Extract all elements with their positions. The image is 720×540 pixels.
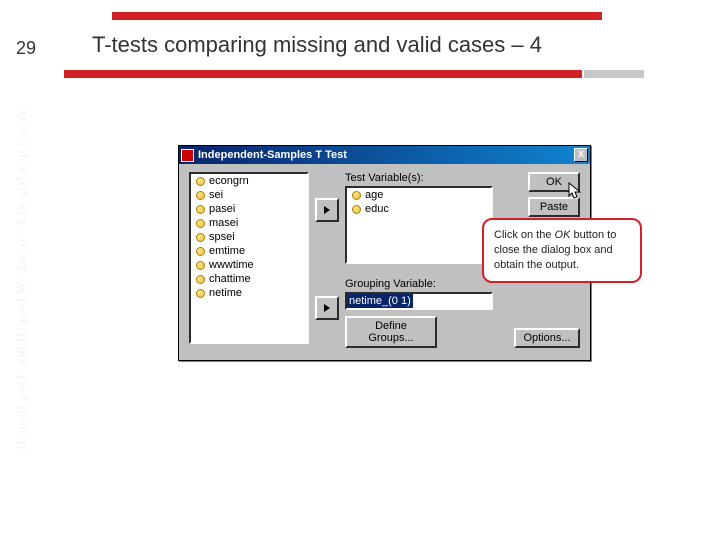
grouping-variable-input[interactable]: netime_(0 1) bbox=[345, 292, 493, 310]
close-button[interactable]: X bbox=[574, 148, 588, 162]
slide-number: 29 bbox=[16, 38, 36, 59]
list-item: masei bbox=[191, 216, 307, 230]
list-item: chattime bbox=[191, 272, 307, 286]
list-item: netime bbox=[191, 286, 307, 300]
arrow-right-icon bbox=[322, 205, 332, 215]
variable-icon bbox=[194, 189, 206, 201]
accent-bar-mid bbox=[64, 70, 582, 78]
variable-icon bbox=[194, 259, 206, 271]
background-formulas: H₁:μ<0 y=(1−s)θ H₀:μ=0 W=Σwᵢ σ²=E(x−μ)² … bbox=[14, 50, 54, 450]
variable-icon bbox=[194, 287, 206, 299]
move-to-grouping-button[interactable] bbox=[315, 296, 339, 320]
dialog-titlebar: Independent-Samples T Test X bbox=[179, 146, 590, 164]
paste-button[interactable]: Paste bbox=[528, 197, 580, 217]
spss-icon bbox=[181, 149, 194, 162]
variable-icon bbox=[194, 217, 206, 229]
accent-bar-top bbox=[112, 12, 602, 20]
page-title: T-tests comparing missing and valid case… bbox=[92, 32, 542, 58]
ok-button[interactable]: OK bbox=[528, 172, 580, 192]
variable-icon bbox=[350, 189, 362, 201]
list-item: sei bbox=[191, 188, 307, 202]
move-to-test-button[interactable] bbox=[315, 198, 339, 222]
variable-icon bbox=[194, 175, 206, 187]
grouping-value: netime_(0 1) bbox=[347, 294, 413, 308]
arrow-right-icon bbox=[322, 303, 332, 313]
variable-icon bbox=[194, 245, 206, 257]
accent-bar-gray bbox=[584, 70, 644, 78]
list-item: emtime bbox=[191, 244, 307, 258]
list-item: spsei bbox=[191, 230, 307, 244]
variable-icon bbox=[194, 231, 206, 243]
instruction-callout: Click on the OK button to close the dial… bbox=[482, 218, 642, 283]
variable-icon bbox=[350, 203, 362, 215]
list-item: wwwtime bbox=[191, 258, 307, 272]
list-item: econgrn bbox=[191, 174, 307, 188]
define-groups-button[interactable]: Define Groups... bbox=[345, 316, 437, 348]
test-variable-list[interactable]: age educ bbox=[345, 186, 493, 264]
list-item: educ bbox=[347, 202, 491, 216]
dialog-title: Independent-Samples T Test bbox=[198, 149, 574, 161]
list-item: pasei bbox=[191, 202, 307, 216]
options-button[interactable]: Options... bbox=[514, 328, 580, 348]
list-item: age bbox=[347, 188, 491, 202]
source-variable-list[interactable]: econgrn sei pasei masei spsei emtime www… bbox=[189, 172, 309, 344]
variable-icon bbox=[194, 203, 206, 215]
variable-icon bbox=[194, 273, 206, 285]
